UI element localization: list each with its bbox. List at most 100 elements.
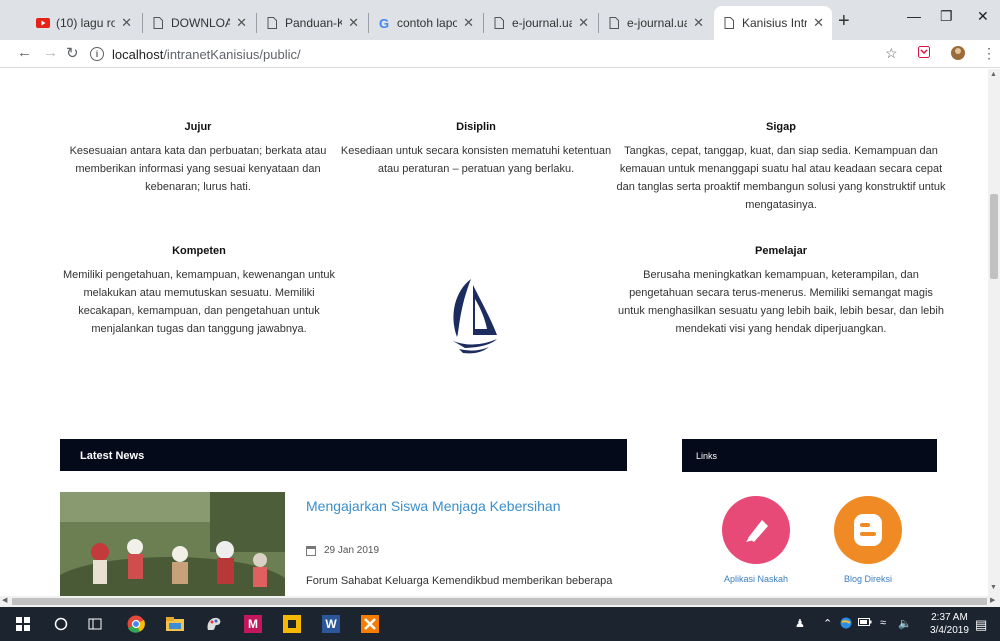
task-view-icon[interactable] <box>86 615 104 633</box>
value-disiplin: Disiplin Kesediaan untuk secara konsiste… <box>338 121 614 178</box>
tab-title: e-journal.uajy.a <box>627 16 688 30</box>
news-date: 29 Jan 2019 <box>306 545 379 556</box>
news-date-text: 29 Jan 2019 <box>324 545 380 556</box>
maximize-icon[interactable]: ❐ <box>940 8 953 25</box>
network-globe-icon[interactable] <box>840 617 852 632</box>
close-icon[interactable]: ✕ <box>121 15 132 31</box>
close-icon[interactable]: ✕ <box>693 15 704 31</box>
tab-0[interactable]: (10) lagu rohani ✕ <box>28 6 140 40</box>
window-close-icon[interactable]: ✕ <box>977 8 989 25</box>
windows-taskbar: M W ♟ ⌃ ≈ 🔈 2:37 AM 3/4/2019 ▤ <box>0 607 1000 641</box>
link-label: Aplikasi Naskah <box>723 574 789 584</box>
value-text: Tangkas, cepat, tanggap, kuat, dan siap … <box>616 145 946 211</box>
value-title: Kompeten <box>172 245 226 257</box>
wifi-icon[interactable]: ≈ <box>880 617 886 629</box>
reload-icon[interactable]: ↻ <box>66 44 79 62</box>
url-path: /intranetKanisius/public/ <box>163 46 301 62</box>
tab-title: Panduan-KP-TA <box>285 16 343 30</box>
back-arrow-icon[interactable]: ← <box>17 44 32 61</box>
battery-icon[interactable] <box>858 617 872 630</box>
profile-avatar-icon[interactable] <box>950 45 966 64</box>
tab-4[interactable]: e-journal.uajy.a ✕ <box>484 6 597 40</box>
tab-title: Kanisius Intrane <box>742 16 808 30</box>
tab-title: e-journal.uajy.a <box>512 16 573 30</box>
scroll-up-arrow-icon[interactable]: ▲ <box>990 71 997 78</box>
taskbar-clock[interactable]: 2:37 AM 3/4/2019 <box>930 611 969 637</box>
url-host: localhost <box>112 46 164 62</box>
menu-dots-icon[interactable]: ⋮ <box>982 45 996 62</box>
value-title: Sigap <box>766 121 796 133</box>
blogger-icon <box>834 496 902 564</box>
value-kompeten: Kompeten Memiliki pengetahuan, kemampuan… <box>58 245 340 338</box>
page-icon <box>151 16 165 30</box>
screen: (10) lagu rohani ✕ DOWNLOAD | F ✕ Pandua… <box>0 0 1000 641</box>
value-text: Kesediaan untuk secara konsisten mematuh… <box>340 145 612 175</box>
app-yellow-icon[interactable] <box>283 615 301 633</box>
value-jujur: Jujur Kesesuaian antara kata dan perbuat… <box>62 121 334 196</box>
scroll-down-arrow-icon[interactable]: ▼ <box>990 584 997 591</box>
people-icon[interactable]: ♟ <box>795 617 805 630</box>
vertical-scrollbar[interactable]: ▲ ▼ <box>988 69 1000 596</box>
close-icon[interactable]: ✕ <box>463 15 474 31</box>
chrome-icon[interactable] <box>127 615 145 633</box>
google-icon: G <box>378 15 390 31</box>
news-thumbnail-image[interactable] <box>60 492 285 596</box>
link-label: Blog Direksi <box>843 574 892 584</box>
address-bar[interactable]: i localhost/intranetKanisius/public/ <box>90 43 880 65</box>
page-icon <box>607 16 621 30</box>
kanisius-logo <box>445 275 503 355</box>
browser-toolbar: ← → ↻ i localhost/intranetKanisius/publi… <box>0 40 1000 68</box>
forward-arrow-icon[interactable]: → <box>43 44 58 61</box>
value-text: Kesesuaian antara kata dan perbuatan; be… <box>69 145 327 193</box>
link-aplikasi-naskah[interactable]: Aplikasi Naskah <box>714 496 798 584</box>
browser-tabstrip: (10) lagu rohani ✕ DOWNLOAD | F ✕ Pandua… <box>0 0 1000 40</box>
value-text: Memiliki pengetahuan, kemampuan, kewenan… <box>62 269 336 335</box>
app-red-icon[interactable]: M <box>244 615 262 633</box>
close-icon[interactable]: ✕ <box>813 15 824 31</box>
value-title: Jujur <box>184 121 212 133</box>
links-header: Links <box>682 439 937 472</box>
value-title: Pemelajar <box>755 245 807 257</box>
scrollbar-thumb[interactable] <box>12 598 987 605</box>
paint-icon[interactable] <box>205 615 223 633</box>
tab-5[interactable]: e-journal.uajy.a ✕ <box>599 6 712 40</box>
news-excerpt: Forum Sahabat Keluarga Kemendikbud membe… <box>306 575 613 587</box>
tab-active[interactable]: Kanisius Intrane ✕ <box>714 6 832 40</box>
minimize-icon[interactable]: — <box>907 8 921 24</box>
tab-title: DOWNLOAD | F <box>171 16 231 30</box>
star-bookmark-icon[interactable]: ☆ <box>885 45 898 62</box>
tab-title: contoh laporan <box>397 16 458 30</box>
xampp-icon[interactable] <box>361 615 379 633</box>
value-sigap: Sigap Tangkas, cepat, tanggap, kuat, dan… <box>613 121 949 214</box>
new-tab-plus-icon[interactable]: + <box>838 10 850 33</box>
chevron-up-icon[interactable]: ⌃ <box>823 617 832 630</box>
tab-2[interactable]: Panduan-KP-TA ✕ <box>257 6 367 40</box>
page-icon <box>722 16 736 30</box>
info-icon[interactable]: i <box>90 47 104 61</box>
scrollbar-thumb[interactable] <box>990 194 998 279</box>
notifications-icon[interactable]: ▤ <box>975 617 987 633</box>
microsoft-word-icon[interactable]: W <box>322 615 340 633</box>
close-icon[interactable]: ✕ <box>348 15 359 31</box>
page-icon <box>265 16 279 30</box>
tab-3[interactable]: G contoh laporan ✕ <box>369 6 482 40</box>
value-text: Berusaha meningkatkan kemampuan, keteram… <box>618 269 944 335</box>
close-icon[interactable]: ✕ <box>236 15 247 31</box>
scroll-right-arrow-icon[interactable]: ▶ <box>990 596 995 604</box>
news-article-title[interactable]: Mengajarkan Siswa Menjaga Kebersihan <box>306 498 566 515</box>
document-pen-icon <box>722 496 790 564</box>
latest-news-header: Latest News <box>60 439 627 471</box>
close-icon[interactable]: ✕ <box>578 15 589 31</box>
clock-date: 3/4/2019 <box>930 625 969 636</box>
link-blog-direksi[interactable]: Blog Direksi <box>826 496 910 584</box>
speaker-icon[interactable]: 🔈 <box>898 617 912 630</box>
page-icon <box>492 16 506 30</box>
value-pemelajar: Pemelajar Berusaha meningkatkan kemampua… <box>618 245 944 338</box>
windows-start-icon[interactable] <box>14 615 32 633</box>
horizontal-scrollbar[interactable]: ◀ ▶ <box>0 596 1000 607</box>
search-circle-icon[interactable] <box>52 615 70 633</box>
pocket-extension-icon[interactable] <box>918 45 930 61</box>
file-explorer-icon[interactable] <box>166 615 184 633</box>
scroll-left-arrow-icon[interactable]: ◀ <box>2 596 7 604</box>
tab-1[interactable]: DOWNLOAD | F ✕ <box>143 6 255 40</box>
